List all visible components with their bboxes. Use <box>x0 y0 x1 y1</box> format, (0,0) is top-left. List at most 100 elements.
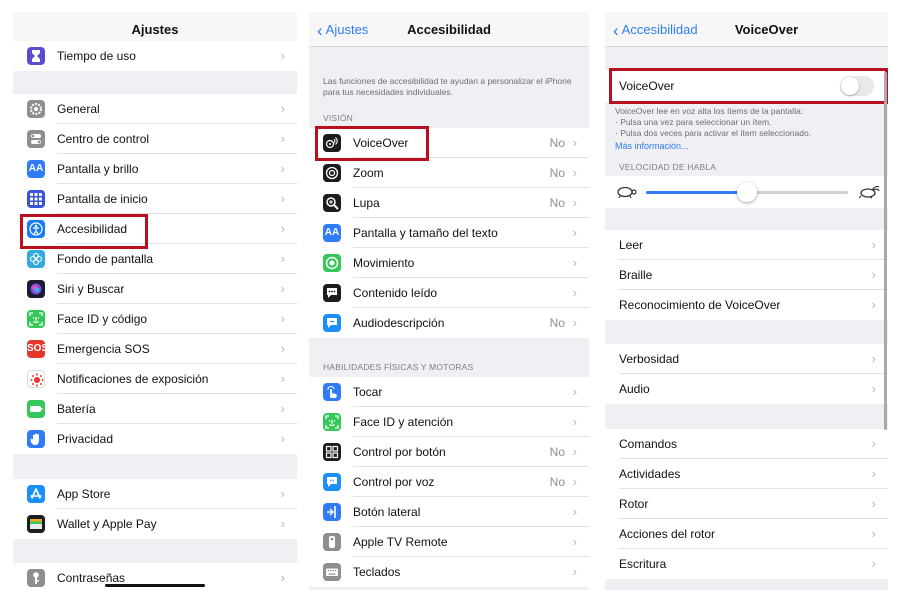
voiceover-setting-item[interactable]: Comandos › <box>605 429 888 459</box>
vision-item[interactable]: Movimiento › <box>309 248 589 278</box>
physical-item[interactable]: Control por voz No › <box>309 467 589 497</box>
chevron-right-icon: › <box>572 384 577 399</box>
voice-control-icon <box>323 473 341 491</box>
sidebar-item-emergencia-sos[interactable]: SOS Emergencia SOS › <box>13 334 297 364</box>
vision-item[interactable]: Zoom No › <box>309 158 589 188</box>
voiceover-setting-item[interactable]: Verbosidad › <box>605 344 888 374</box>
list-item-label: Botón lateral <box>353 505 421 519</box>
list-item-label: Braille <box>619 268 653 282</box>
section-header-speech-rate: VELOCIDAD DE HABLA <box>619 162 717 172</box>
chevron-right-icon: › <box>280 48 285 63</box>
speech-bubble-icon <box>323 284 341 302</box>
vision-item[interactable]: Audiodescripción No › <box>309 308 589 338</box>
sidebar-item-general[interactable]: General › <box>13 94 297 124</box>
speech-rate-thumb[interactable] <box>737 182 757 202</box>
chevron-right-icon: › <box>280 221 285 236</box>
list-item-label: Verbosidad <box>619 352 680 366</box>
list-item-label: Emergencia SOS <box>57 342 150 356</box>
list-item-label: Tocar <box>353 385 383 399</box>
voiceover-description: VoiceOver lee en voz alta los ítems de l… <box>615 106 880 139</box>
list-item-label: Reconocimiento de VoiceOver <box>619 298 781 312</box>
list-item-label: Lupa <box>353 196 380 210</box>
vision-item[interactable]: AA Pantalla y tamaño del texto › <box>309 218 589 248</box>
sidebar-item-privacidad[interactable]: Privacidad › <box>13 424 297 454</box>
vision-item[interactable]: Contenido leído › <box>309 278 589 308</box>
physical-item[interactable]: Apple TV Remote › <box>309 527 589 557</box>
list-item-label: App Store <box>57 487 111 501</box>
zoom-icon <box>323 164 341 182</box>
icon-glyph: AA <box>28 163 44 174</box>
text-size-icon: AA <box>27 160 45 178</box>
list-item-label: Pantalla de inicio <box>57 192 148 206</box>
vision-item[interactable]: Lupa No › <box>309 188 589 218</box>
chevron-right-icon: › <box>871 351 876 366</box>
turtle-icon <box>617 186 637 199</box>
status-value: No <box>549 136 565 150</box>
sidebar-item-wallet-y-apple-pay[interactable]: Wallet y Apple Pay › <box>13 509 297 539</box>
chevron-right-icon: › <box>280 570 285 585</box>
list-item-label: Wallet y Apple Pay <box>57 517 157 531</box>
keyboard-icon <box>323 563 341 581</box>
chevron-right-icon: › <box>280 371 285 386</box>
list-item-label: Rotor <box>619 497 649 511</box>
app-store-icon <box>27 485 45 503</box>
chevron-right-icon: › <box>871 526 876 541</box>
chevron-right-icon: › <box>572 504 577 519</box>
chevron-right-icon: › <box>572 444 577 459</box>
chevron-right-icon: › <box>871 381 876 396</box>
physical-item[interactable]: Botón lateral › <box>309 497 589 527</box>
description-line: VoiceOver lee en voz alta los ítems de l… <box>615 106 804 116</box>
chevron-right-icon: › <box>280 161 285 176</box>
list-item-label: Zoom <box>353 166 384 180</box>
physical-item[interactable]: Control por botón No › <box>309 437 589 467</box>
scrollbar[interactable] <box>884 72 887 430</box>
page-title: VoiceOver <box>734 22 799 37</box>
face-id-icon <box>27 310 45 328</box>
chevron-right-icon: › <box>572 195 577 210</box>
description-line: · Pulsa una vez para seleccionar un ítem… <box>615 117 772 127</box>
chevron-right-icon: › <box>871 237 876 252</box>
voiceover-setting-item[interactable]: Acciones del rotor › <box>605 519 888 549</box>
chevron-right-icon: › <box>280 281 285 296</box>
sidebar-item-app-store[interactable]: App Store › <box>13 479 297 509</box>
chevron-right-icon: › <box>572 414 577 429</box>
speech-rate-track <box>747 191 848 194</box>
physical-item[interactable]: Face ID y atención › <box>309 407 589 437</box>
home-indicator[interactable] <box>105 584 205 587</box>
chevron-right-icon: › <box>871 556 876 571</box>
voiceover-setting-item[interactable]: Braille › <box>605 260 888 290</box>
page-title: Accesibilidad <box>407 22 491 37</box>
list-item-label: General <box>57 102 100 116</box>
voiceover-setting-item[interactable]: Escritura › <box>605 549 888 579</box>
list-item-label: Pantalla y tamaño del texto <box>353 226 498 240</box>
sidebar-item-notificaciones-de-exposicion[interactable]: Notificaciones de exposición › <box>13 364 297 394</box>
voiceover-setting-item[interactable]: Audio › <box>605 374 888 404</box>
sidebar-item-face-id-y-codigo[interactable]: Face ID y código › <box>13 304 297 334</box>
chevron-left-icon: ‹ <box>613 21 619 40</box>
sidebar-item-siri-y-buscar[interactable]: Siri y Buscar › <box>13 274 297 304</box>
voiceover-setting-item[interactable]: Reconocimiento de VoiceOver › <box>605 290 888 320</box>
sidebar-item-pantalla-y-brillo[interactable]: AA Pantalla y brillo › <box>13 154 297 184</box>
list-item-label: Acciones del rotor <box>619 527 716 541</box>
switch-control-icon <box>323 443 341 461</box>
chevron-right-icon: › <box>871 267 876 282</box>
sidebar-item-bateria[interactable]: Batería › <box>13 394 297 424</box>
more-info-link[interactable]: Más información... <box>615 141 689 151</box>
voiceover-setting-item[interactable]: Actividades › <box>605 459 888 489</box>
voiceover-setting-item[interactable]: Rotor › <box>605 489 888 519</box>
chevron-right-icon: › <box>572 135 577 150</box>
list-item-label: Notificaciones de exposición <box>57 372 209 386</box>
voiceover-setting-item[interactable]: Leer › <box>605 230 888 260</box>
sidebar-item-pantalla-de-inicio[interactable]: Pantalla de inicio › <box>13 184 297 214</box>
settings-panel: Ajustes Tiempo de uso › General › Centro de … <box>13 12 297 590</box>
physical-item[interactable]: Tocar › <box>309 377 589 407</box>
chevron-right-icon: › <box>572 225 577 240</box>
accessibility-navbar: ‹ Ajustes Accesibilidad <box>309 12 589 47</box>
side-button-icon <box>323 503 341 521</box>
physical-item[interactable]: Teclados › <box>309 557 589 587</box>
siri-icon <box>27 280 45 298</box>
sidebar-item-centro-de-control[interactable]: Centro de control › <box>13 124 297 154</box>
sidebar-item-tiempo-de-uso[interactable]: Tiempo de uso › <box>13 41 297 71</box>
voiceover-navbar: ‹ Accesibilidad VoiceOver <box>605 12 888 47</box>
list-item-label: Batería <box>57 402 96 416</box>
